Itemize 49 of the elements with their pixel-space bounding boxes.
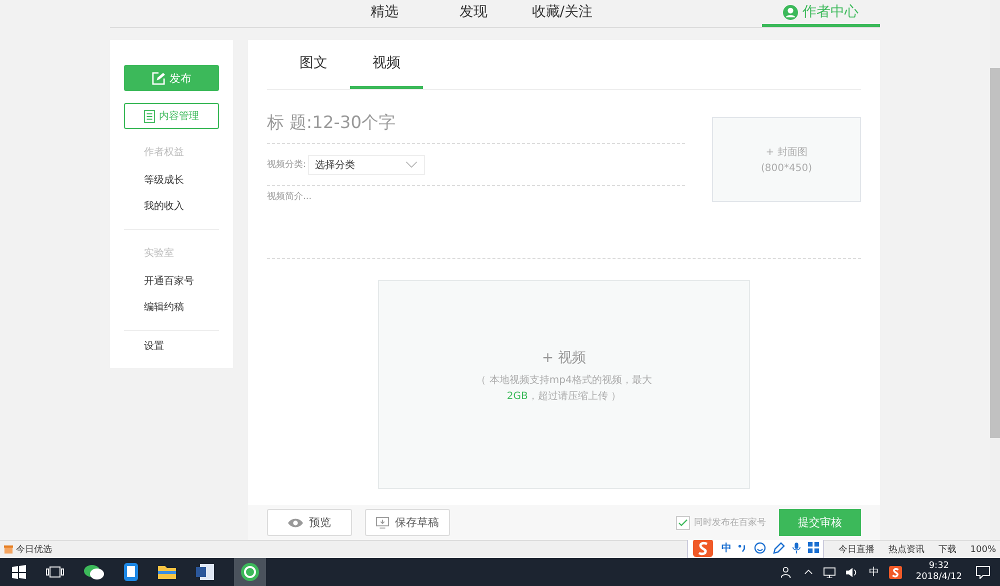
check-icon bbox=[678, 518, 688, 526]
chat-app-icon[interactable] bbox=[84, 564, 104, 580]
user-icon bbox=[783, 4, 798, 20]
ime-mode[interactable]: 中 bbox=[721, 540, 732, 554]
category-dropdown[interactable]: 选择分类 bbox=[308, 154, 426, 174]
sidebar-item[interactable]: 我的收入 bbox=[144, 199, 219, 213]
nav-tab[interactable]: 精选 bbox=[340, 3, 429, 27]
chevron-down-icon bbox=[405, 161, 418, 168]
box-icon bbox=[4, 545, 13, 554]
sidebar-item[interactable]: 开通百家号 bbox=[144, 274, 219, 288]
document-app-icon[interactable] bbox=[196, 564, 214, 580]
sogou-tray-icon[interactable] bbox=[888, 566, 902, 578]
nav-tab[interactable]: 收藏/关注 bbox=[518, 3, 607, 27]
category-label: 视频分类: bbox=[267, 158, 306, 171]
sidebar-item[interactable]: 编辑约稿 bbox=[144, 300, 219, 314]
section-heading: 实验室 bbox=[144, 246, 175, 260]
chevron-up-icon[interactable] bbox=[804, 569, 813, 575]
taskbar-clock[interactable]: 9:32 2018/4/12 bbox=[916, 561, 962, 583]
eye-icon bbox=[288, 518, 303, 528]
edit-icon bbox=[152, 72, 164, 84]
monitor-icon bbox=[376, 516, 389, 528]
status-item[interactable]: 今日优选 bbox=[4, 543, 52, 556]
sidebar-item[interactable]: 设置 bbox=[144, 339, 219, 353]
sidebar-item[interactable]: 等级成长 bbox=[144, 173, 219, 187]
pen-icon[interactable] bbox=[773, 542, 786, 554]
browser-taskbar-button[interactable] bbox=[234, 558, 266, 586]
microphone-icon[interactable] bbox=[792, 542, 802, 554]
status-item[interactable]: 今日直播 bbox=[838, 543, 874, 556]
network-icon[interactable] bbox=[822, 566, 836, 578]
smiley-icon[interactable] bbox=[754, 542, 766, 554]
windows-start-icon[interactable] bbox=[12, 565, 26, 579]
punctuation-icon[interactable] bbox=[738, 542, 748, 552]
tablet-icon[interactable] bbox=[124, 563, 138, 581]
speaker-icon[interactable] bbox=[846, 566, 859, 578]
notification-icon[interactable] bbox=[976, 566, 990, 578]
preview-button[interactable]: 预览 bbox=[267, 509, 352, 536]
status-item[interactable]: 下载 bbox=[938, 543, 956, 556]
save-draft-button[interactable]: 保存草稿 bbox=[365, 509, 450, 536]
zoom-level[interactable]: 100% bbox=[970, 544, 996, 554]
folder-icon[interactable] bbox=[158, 565, 176, 579]
status-item[interactable]: 热点资讯 bbox=[888, 543, 924, 556]
tab[interactable]: 图文 bbox=[277, 40, 350, 89]
grid-icon[interactable] bbox=[808, 542, 820, 553]
section-heading: 作者权益 bbox=[144, 146, 185, 159]
input-language[interactable]: 中 bbox=[868, 565, 879, 579]
list-icon bbox=[144, 110, 155, 122]
nav-tab[interactable]: 发现 bbox=[428, 3, 518, 27]
browser-icon bbox=[241, 563, 259, 581]
task-view-icon[interactable] bbox=[46, 566, 64, 578]
